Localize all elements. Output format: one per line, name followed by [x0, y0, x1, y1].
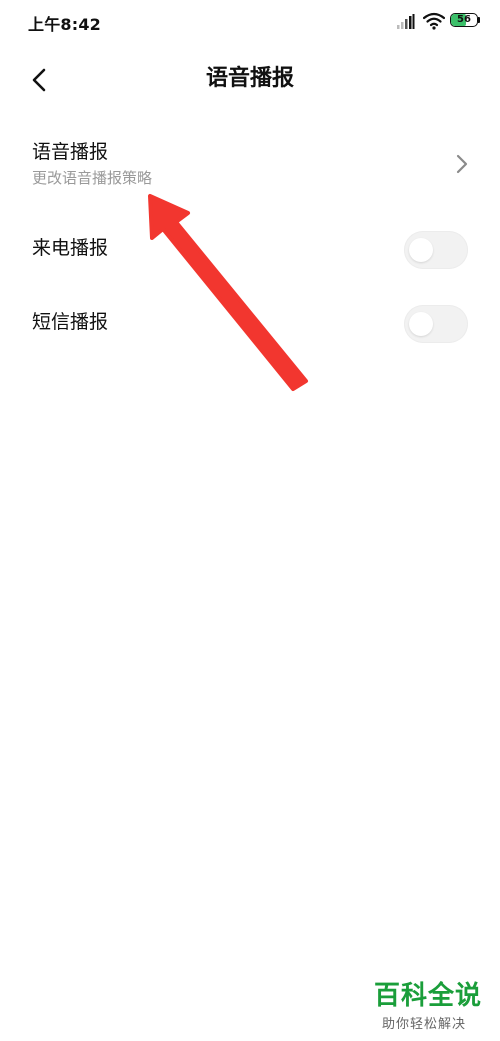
settings-item-call-broadcast: 来电播报 [0, 212, 500, 284]
battery-icon: 56 [450, 13, 482, 29]
call-broadcast-toggle[interactable] [404, 231, 468, 269]
toggle-knob [409, 312, 433, 336]
header: 语音播报 [0, 50, 500, 110]
settings-item-title: 来电播报 [32, 237, 109, 259]
watermark-logo: 百科全说 助你轻松解决 [372, 980, 492, 1038]
settings-item-title: 语音播报 [32, 141, 109, 163]
battery-level: 56 [457, 14, 471, 25]
status-time: 上午8:42 [28, 15, 101, 34]
settings-item-sms-broadcast: 短信播报 [0, 286, 500, 358]
toggle-knob [409, 238, 433, 262]
status-bar: 上午8:42 56 [0, 0, 500, 44]
chevron-right-icon [456, 154, 468, 174]
watermark-slogan: 助你轻松解决 [382, 1017, 467, 1032]
settings-item-subtitle: 更改语音播报策略 [32, 169, 153, 187]
sms-broadcast-toggle[interactable] [404, 305, 468, 343]
watermark-brand: 百科全说 [374, 981, 483, 1011]
settings-item-title: 短信播报 [32, 311, 109, 333]
settings-item-voice-broadcast[interactable]: 语音播报 更改语音播报策略 [0, 128, 500, 206]
wifi-icon [423, 12, 445, 30]
page-title: 语音播报 [205, 66, 294, 91]
signal-icon [397, 14, 415, 29]
